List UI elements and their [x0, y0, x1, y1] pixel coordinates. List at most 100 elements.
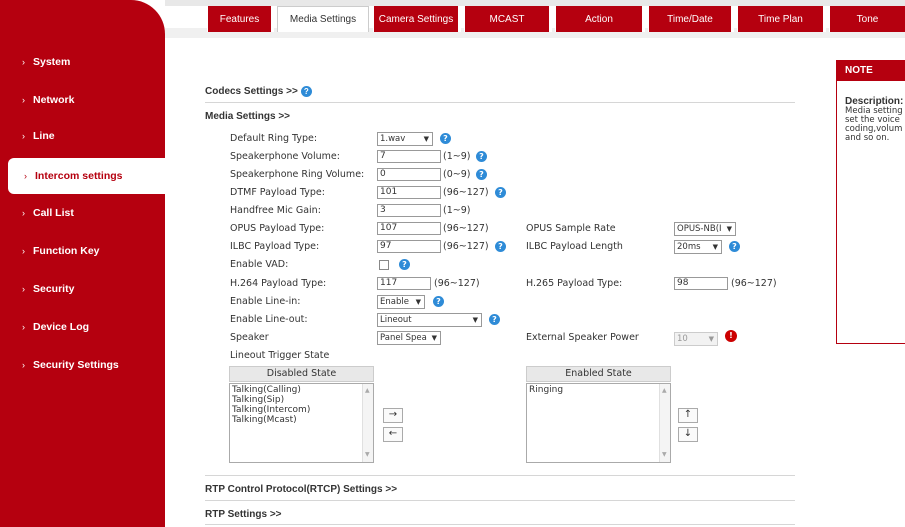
tab-mcast[interactable]: MCAST — [464, 6, 552, 32]
chevron-right-icon: › — [22, 360, 25, 370]
sidebar-item-line[interactable]: › Line — [0, 118, 165, 154]
ilbc-payload-length-select[interactable]: 20ms ▼ — [674, 240, 722, 254]
ilbc-payload-type-input[interactable]: 97 — [377, 240, 441, 253]
help-icon[interactable]: ? — [399, 259, 410, 270]
divider — [205, 500, 795, 501]
chevron-right-icon: › — [22, 208, 25, 218]
media-settings-header[interactable]: Media Settings >> — [205, 111, 290, 122]
enable-line-out-select[interactable]: Lineout ▼ — [377, 313, 482, 327]
help-icon[interactable]: ? — [489, 314, 500, 325]
sidebar-item-label: Security Settings — [33, 359, 119, 371]
help-icon[interactable]: ? — [495, 187, 506, 198]
ilbc-payload-type-label: ILBC Payload Type: — [230, 241, 320, 252]
tab-features[interactable]: Features — [207, 6, 274, 32]
scroll-up-icon[interactable]: ▲ — [662, 386, 667, 396]
opus-sample-rate-select[interactable]: OPUS-NB(I ▼ — [674, 222, 736, 236]
external-speaker-power-label: External Speaker Power — [526, 332, 639, 343]
select-value: 10 — [677, 334, 688, 344]
help-icon[interactable]: ? — [476, 169, 487, 180]
move-left-button[interactable]: ← — [383, 427, 403, 442]
list-item[interactable]: Talking(Sip) — [232, 395, 371, 405]
enable-vad-checkbox[interactable] — [379, 260, 389, 270]
select-value: Panel Spea — [380, 333, 427, 343]
range-hint: (1~9) — [443, 205, 471, 216]
range-hint: (96~127) — [434, 278, 480, 289]
select-value: Enable — [380, 297, 409, 307]
sidebar-item-security[interactable]: › Security — [0, 271, 165, 307]
list-item[interactable]: Ringing — [529, 385, 668, 395]
list-item[interactable]: Talking(Calling) — [232, 385, 371, 395]
sidebar-item-label: Intercom settings — [35, 170, 123, 182]
select-value: Lineout — [380, 315, 412, 325]
range-hint: (96~127) — [731, 278, 777, 289]
dropdown-arrow-icon: ▼ — [423, 135, 429, 143]
sidebar-item-call-list[interactable]: › Call List — [0, 195, 165, 231]
disabled-state-list[interactable]: Talking(Calling) Talking(Sip) Talking(In… — [229, 383, 374, 463]
sidebar-item-security-settings[interactable]: › Security Settings — [0, 347, 165, 383]
speakerphone-volume-input[interactable]: 7 — [377, 150, 441, 163]
sidebar-item-label: Security — [33, 283, 75, 295]
speakerphone-ring-volume-input[interactable]: 0 — [377, 168, 441, 181]
opus-payload-type-input[interactable]: 107 — [377, 222, 441, 235]
move-down-button[interactable]: ↓ — [678, 427, 698, 442]
codecs-settings-header[interactable]: Codecs Settings >>? — [205, 86, 312, 97]
handfree-mic-gain-input[interactable]: 3 — [377, 204, 441, 217]
scroll-down-icon[interactable]: ▼ — [662, 450, 667, 460]
tab-tone[interactable]: Tone — [829, 6, 905, 32]
enable-line-out-label: Enable Line-out: — [230, 314, 308, 325]
help-icon[interactable]: ? — [729, 241, 740, 252]
rtp-settings-header[interactable]: RTP Settings >> — [205, 509, 282, 520]
dtmf-payload-type-input[interactable]: 101 — [377, 186, 441, 199]
scrollbar[interactable]: ▲ ▼ — [659, 384, 670, 462]
dropdown-arrow-icon: ▼ — [712, 243, 718, 251]
divider — [205, 475, 795, 476]
tab-time-plan[interactable]: Time Plan — [737, 6, 826, 32]
list-item[interactable]: Talking(Mcast) — [232, 415, 371, 425]
enabled-state-list[interactable]: Ringing ▲ ▼ — [526, 383, 671, 463]
help-icon[interactable]: ? — [433, 296, 444, 307]
speaker-select[interactable]: Panel Spea ▼ — [377, 331, 441, 345]
sidebar-item-system[interactable]: › System — [0, 44, 165, 80]
default-ring-type-select[interactable]: 1.wav ▼ — [377, 132, 433, 146]
tab-action[interactable]: Action — [555, 6, 645, 32]
help-icon[interactable]: ? — [495, 241, 506, 252]
divider — [205, 102, 795, 103]
tab-camera-settings[interactable]: Camera Settings — [373, 6, 461, 32]
sidebar-item-device-log[interactable]: › Device Log — [0, 309, 165, 345]
enable-line-in-select[interactable]: Enable ▼ — [377, 295, 425, 309]
sidebar-item-intercom-settings[interactable]: › Intercom settings — [8, 158, 165, 194]
help-icon[interactable]: ? — [300, 86, 312, 97]
chevron-right-icon: › — [22, 57, 25, 67]
sidebar-item-function-key[interactable]: › Function Key — [0, 233, 165, 269]
help-icon[interactable]: ? — [440, 133, 451, 144]
scroll-up-icon[interactable]: ▲ — [365, 386, 370, 396]
h265-payload-type-input[interactable]: 98 — [674, 277, 728, 290]
scroll-down-icon[interactable]: ▼ — [365, 450, 370, 460]
tab-time-date[interactable]: Time/Date — [648, 6, 734, 32]
range-hint: (96~127) — [443, 223, 489, 234]
speakerphone-volume-label: Speakerphone Volume: — [230, 151, 340, 162]
select-value: 1.wav — [380, 134, 406, 144]
tab-media-settings[interactable]: Media Settings — [277, 6, 369, 32]
list-item[interactable]: Talking(Intercom) — [232, 405, 371, 415]
move-up-button[interactable]: ↑ — [678, 408, 698, 423]
chevron-right-icon: › — [24, 171, 27, 181]
range-hint: (96~127) — [443, 241, 489, 252]
range-hint: (1~9) — [443, 151, 471, 162]
sidebar-item-label: Line — [33, 130, 55, 142]
scrollbar[interactable]: ▲ ▼ — [362, 384, 373, 462]
select-value: 20ms — [677, 242, 701, 252]
sidebar-item-network[interactable]: › Network — [0, 82, 165, 118]
speaker-label: Speaker — [230, 332, 269, 343]
sidebar: › System › Network › Line › Intercom setting… — [0, 0, 165, 527]
alert-icon[interactable]: ! — [725, 330, 737, 342]
rtcp-settings-header[interactable]: RTP Control Protocol(RTCP) Settings >> — [205, 484, 397, 495]
move-right-button[interactable]: → — [383, 408, 403, 423]
lineout-trigger-state-label: Lineout Trigger State — [230, 350, 330, 361]
h264-payload-type-input[interactable]: 117 — [377, 277, 431, 290]
help-icon[interactable]: ? — [476, 151, 487, 162]
select-value: OPUS-NB(I — [677, 224, 722, 234]
note-text: Media setting set the voice coding,volum… — [845, 106, 903, 143]
external-speaker-power-select[interactable]: 10 ▼ — [674, 332, 718, 346]
chevron-right-icon: › — [22, 246, 25, 256]
